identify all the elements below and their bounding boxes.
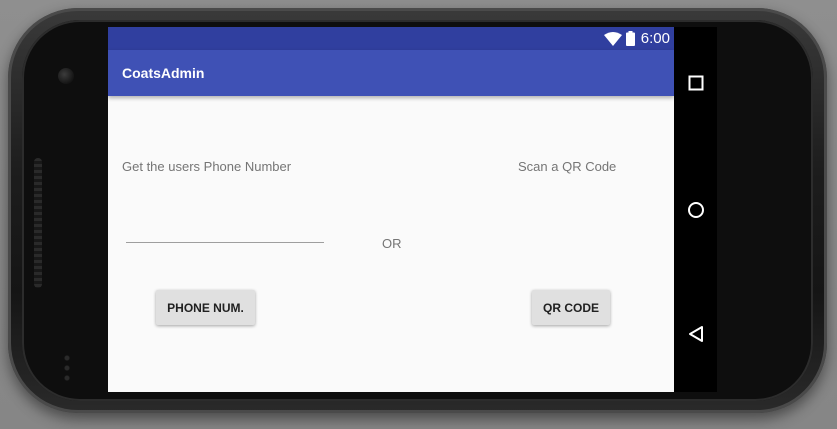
wifi-icon — [603, 31, 622, 46]
speaker-grille — [34, 158, 42, 288]
back-button[interactable] — [674, 314, 717, 354]
or-separator-label: OR — [382, 236, 402, 251]
battery-icon — [625, 31, 635, 46]
recents-button[interactable] — [674, 63, 717, 103]
camera-icon — [58, 68, 74, 84]
sensor-dots — [62, 353, 72, 383]
app-window: 6:00 CoatsAdmin Get the users Phone Numb… — [108, 27, 674, 392]
back-icon — [688, 326, 703, 342]
home-button[interactable] — [674, 190, 717, 230]
qr-instruction-label: Scan a QR Code — [518, 159, 617, 174]
phone-number-input[interactable] — [126, 220, 324, 243]
status-bar: 6:00 — [108, 27, 674, 50]
phone-num-button[interactable]: PHONE NUM. — [156, 290, 255, 325]
status-time: 6:00 — [640, 30, 670, 47]
home-icon — [687, 202, 704, 218]
navigation-bar — [674, 27, 717, 392]
status-icons: 6:00 — [603, 29, 670, 48]
app-toolbar: CoatsAdmin — [108, 50, 674, 96]
app-title: CoatsAdmin — [122, 65, 205, 81]
main-content: Get the users Phone Number Scan a QR Cod… — [108, 96, 674, 392]
device-screen: 6:00 CoatsAdmin Get the users Phone Numb… — [108, 27, 717, 392]
qr-code-button[interactable]: QR CODE — [532, 290, 610, 325]
phone-instruction-label: Get the users Phone Number — [122, 159, 292, 174]
emulator-stage: 6:00 CoatsAdmin Get the users Phone Numb… — [0, 0, 837, 429]
recents-icon — [688, 75, 703, 91]
